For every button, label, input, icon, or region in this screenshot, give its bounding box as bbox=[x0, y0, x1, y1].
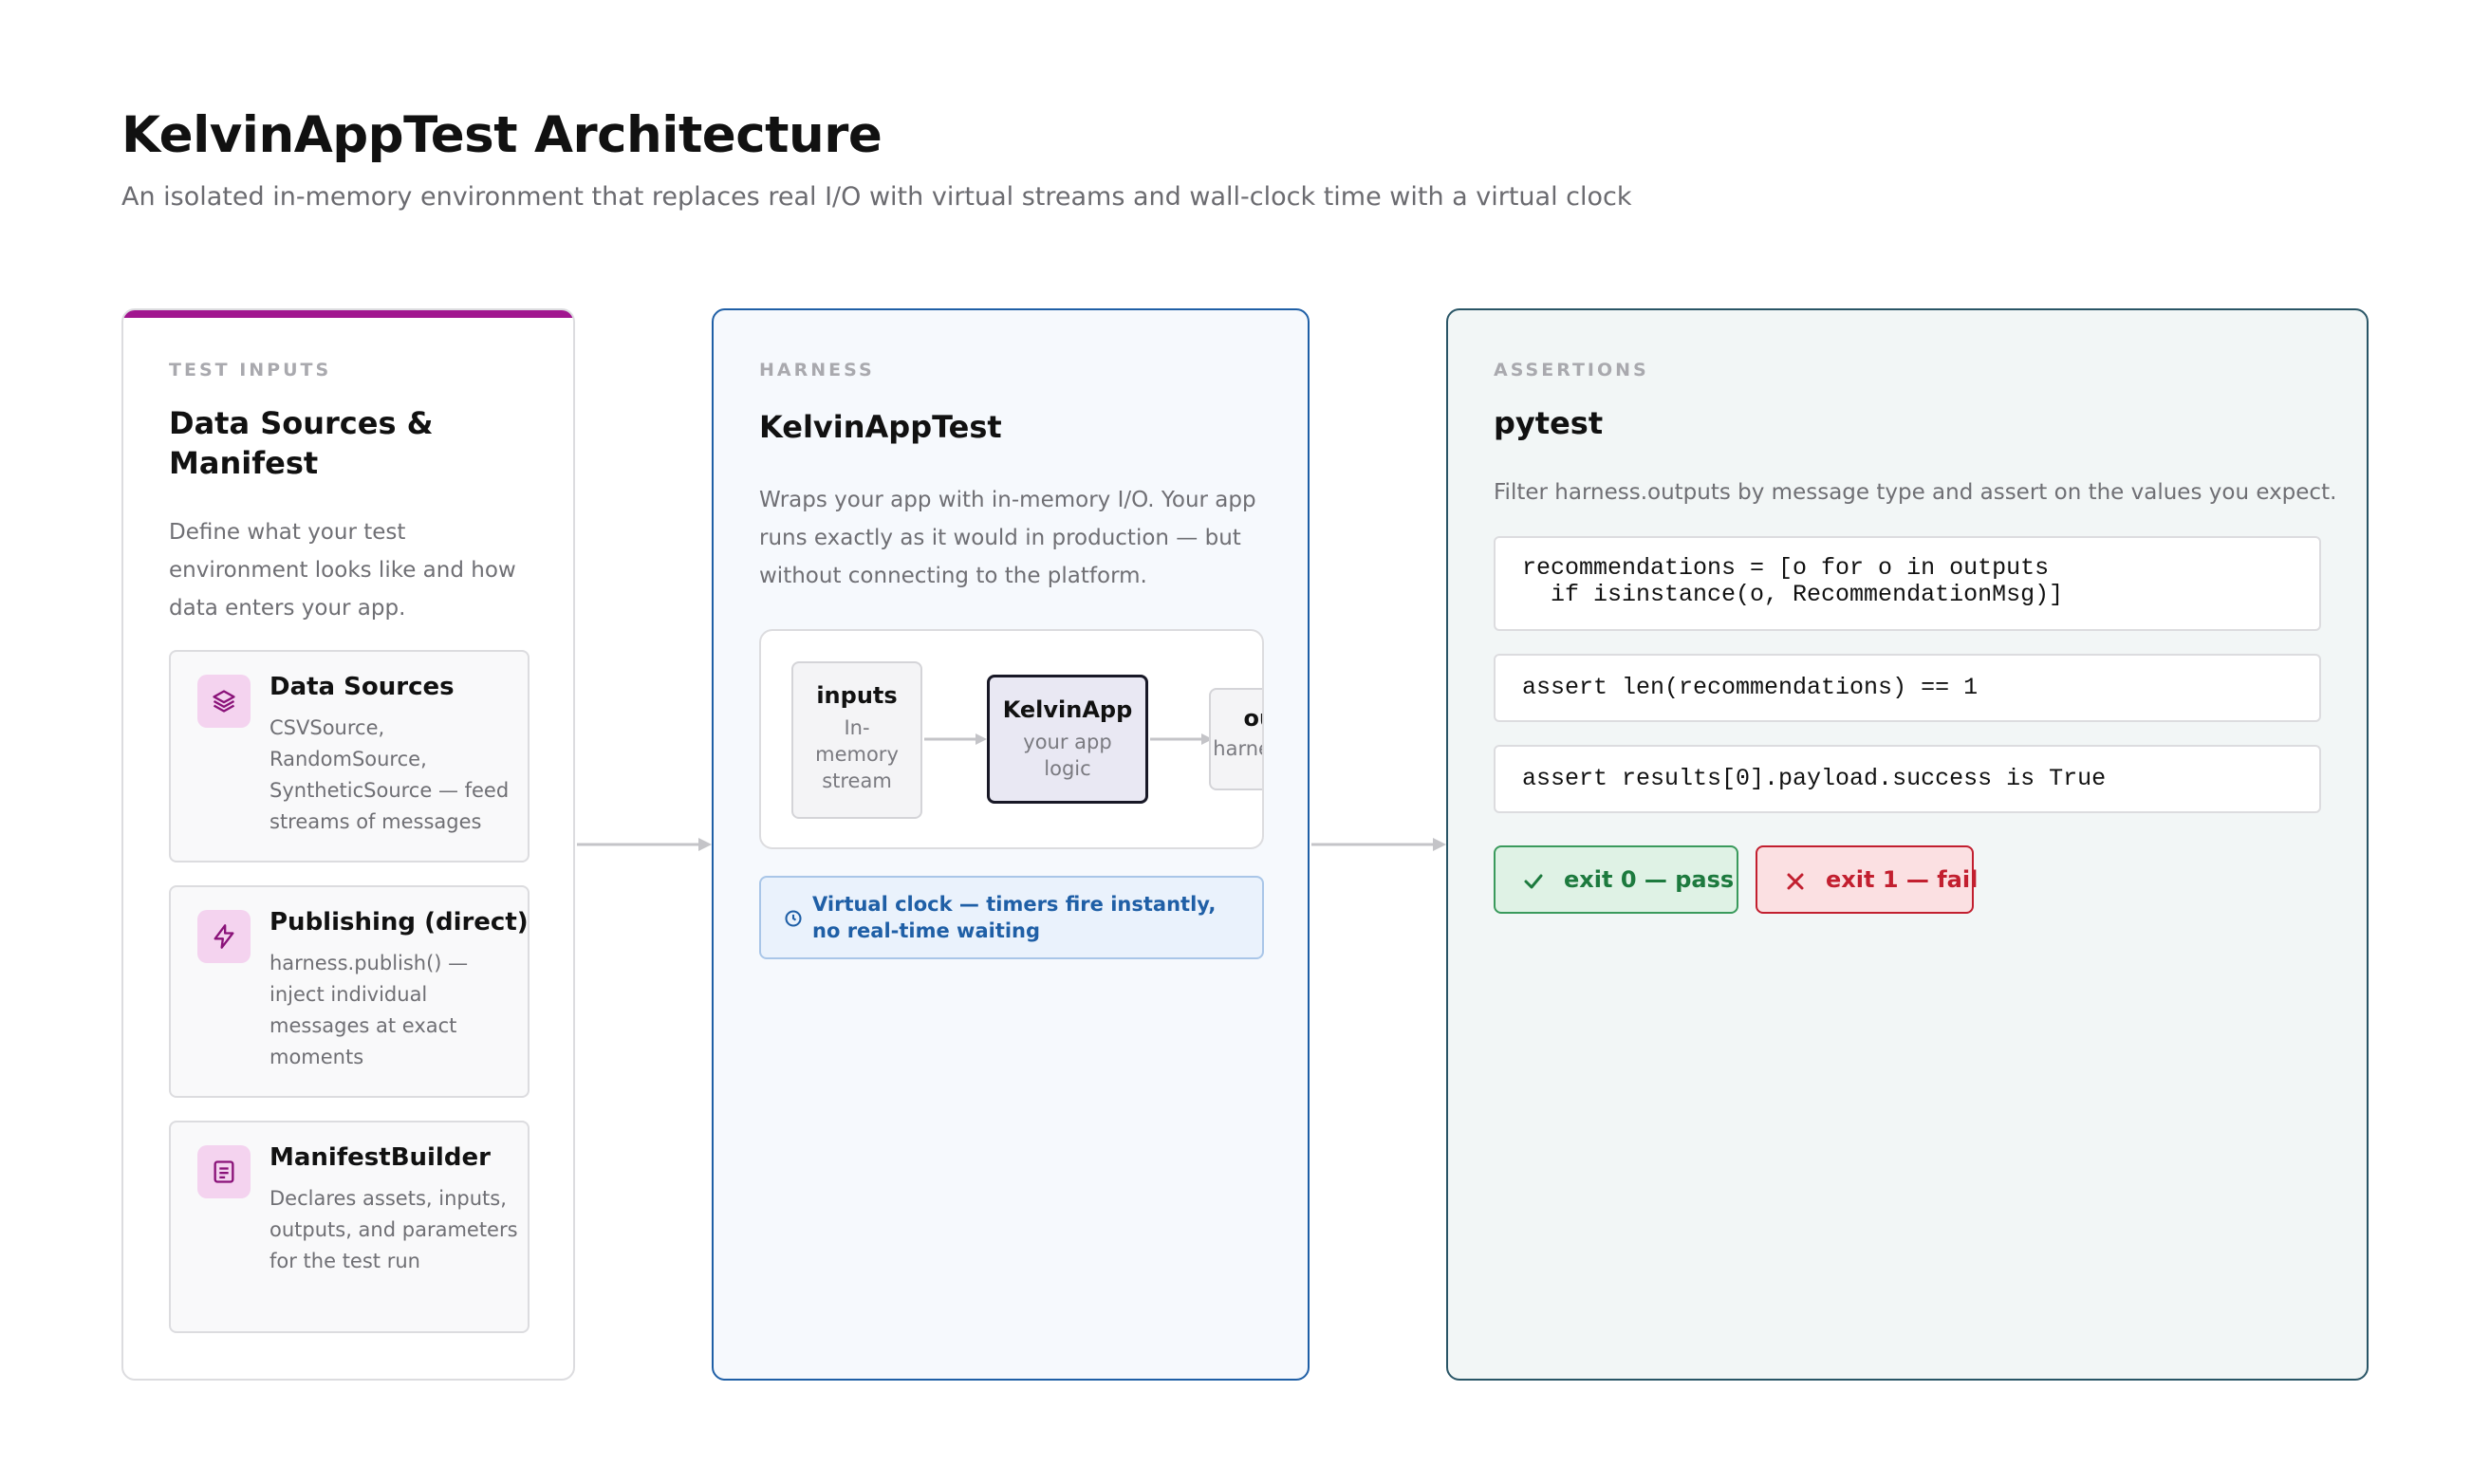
card-body: harness.publish() — inject individual me… bbox=[269, 952, 469, 1068]
card-title: ManifestBuilder bbox=[269, 1143, 491, 1172]
node-subtitle: your app logic bbox=[1023, 731, 1112, 780]
card-body: CSVSource, RandomSource, SyntheticSource… bbox=[269, 716, 510, 833]
code-block: recommendations = [o for o in outputs if… bbox=[1494, 536, 2321, 631]
inputs-node: inputs In-memory stream bbox=[791, 661, 922, 819]
badge-label: exit 0 — pass bbox=[1564, 866, 1735, 893]
badge-label: exit 1 — fail bbox=[1826, 866, 1979, 893]
lightning-icon bbox=[197, 910, 251, 963]
fail-badge: exit 1 — fail bbox=[1756, 845, 1978, 914]
code-line: assert len(recommendations) == 1 bbox=[1522, 674, 1979, 701]
panel-description: Define what your test environment looks … bbox=[169, 520, 516, 621]
assertions-panel: ASSERTIONS pytest Filter harness.outputs… bbox=[1446, 308, 2369, 1381]
page-subtitle: An isolated in-memory environment that r… bbox=[121, 182, 1632, 212]
manifest-builder-card: ManifestBuilder Declares assets, inputs,… bbox=[169, 1121, 530, 1333]
arrow-app-to-outputs bbox=[1150, 733, 1213, 745]
arrow-harness-to-assertions bbox=[1311, 838, 1446, 851]
panel-title: pytest bbox=[1494, 405, 1604, 441]
card-title: Data Sources bbox=[269, 673, 455, 701]
test-inputs-panel: TEST INPUTS Data Sources & Manifest Defi… bbox=[121, 308, 575, 1381]
node-title: outputs bbox=[1243, 705, 1262, 732]
panel-kicker: HARNESS bbox=[759, 360, 875, 380]
code-block: assert len(recommendations) == 1 bbox=[1494, 654, 2321, 722]
virtual-clock-note: Virtual clock — timers fire instantly, n… bbox=[759, 876, 1264, 959]
panel-title: KelvinAppTest bbox=[759, 409, 1002, 445]
flow-diagram: inputs In-memory stream KelvinApp your a… bbox=[759, 629, 1264, 849]
panel-description: Wraps your app with in-memory I/O. Your … bbox=[759, 488, 1256, 588]
page-title: KelvinAppTest Architecture bbox=[121, 106, 883, 164]
node-subtitle: In-memory stream bbox=[815, 716, 899, 792]
clock-icon bbox=[785, 910, 802, 927]
outputs-node: outputs harness.outputs bbox=[1209, 688, 1262, 790]
panel-kicker: ASSERTIONS bbox=[1494, 360, 1649, 380]
node-title: KelvinApp bbox=[1002, 696, 1133, 723]
node-subtitle: harness.outputs bbox=[1213, 737, 1262, 760]
panel-description: Filter harness.outputs by message type a… bbox=[1494, 480, 2337, 505]
kelvin-app-node: KelvinApp your app logic bbox=[987, 675, 1148, 804]
panel-accent-bar bbox=[123, 310, 573, 318]
code-block: assert results[0].payload.success is Tru… bbox=[1494, 745, 2321, 813]
harness-panel: HARNESS KelvinAppTest Wraps your app wit… bbox=[712, 308, 1310, 1381]
arrow-inputs-to-harness bbox=[577, 838, 712, 851]
code-line: recommendations = [o for o in outputs if… bbox=[1522, 554, 2064, 608]
document-icon bbox=[197, 1145, 251, 1198]
pass-badge: exit 0 — pass bbox=[1494, 845, 1738, 914]
card-body: Declares assets, inputs, outputs, and pa… bbox=[269, 1187, 518, 1272]
clock-note-text: Virtual clock — timers fire instantly, n… bbox=[812, 893, 1217, 942]
layers-icon bbox=[197, 675, 251, 728]
arrow-inputs-to-app bbox=[924, 733, 987, 745]
publishing-card: Publishing (direct) harness.publish() — … bbox=[169, 885, 530, 1098]
card-title: Publishing (direct) bbox=[269, 908, 529, 937]
panel-title: Data Sources & Manifest bbox=[169, 405, 434, 481]
x-icon bbox=[1787, 873, 1804, 890]
data-sources-card: Data Sources CSVSource, RandomSource, Sy… bbox=[169, 650, 530, 863]
panel-kicker: TEST INPUTS bbox=[169, 360, 332, 380]
check-icon bbox=[1524, 874, 1543, 889]
code-line: assert results[0].payload.success is Tru… bbox=[1522, 765, 2107, 792]
node-title: inputs bbox=[816, 682, 898, 709]
